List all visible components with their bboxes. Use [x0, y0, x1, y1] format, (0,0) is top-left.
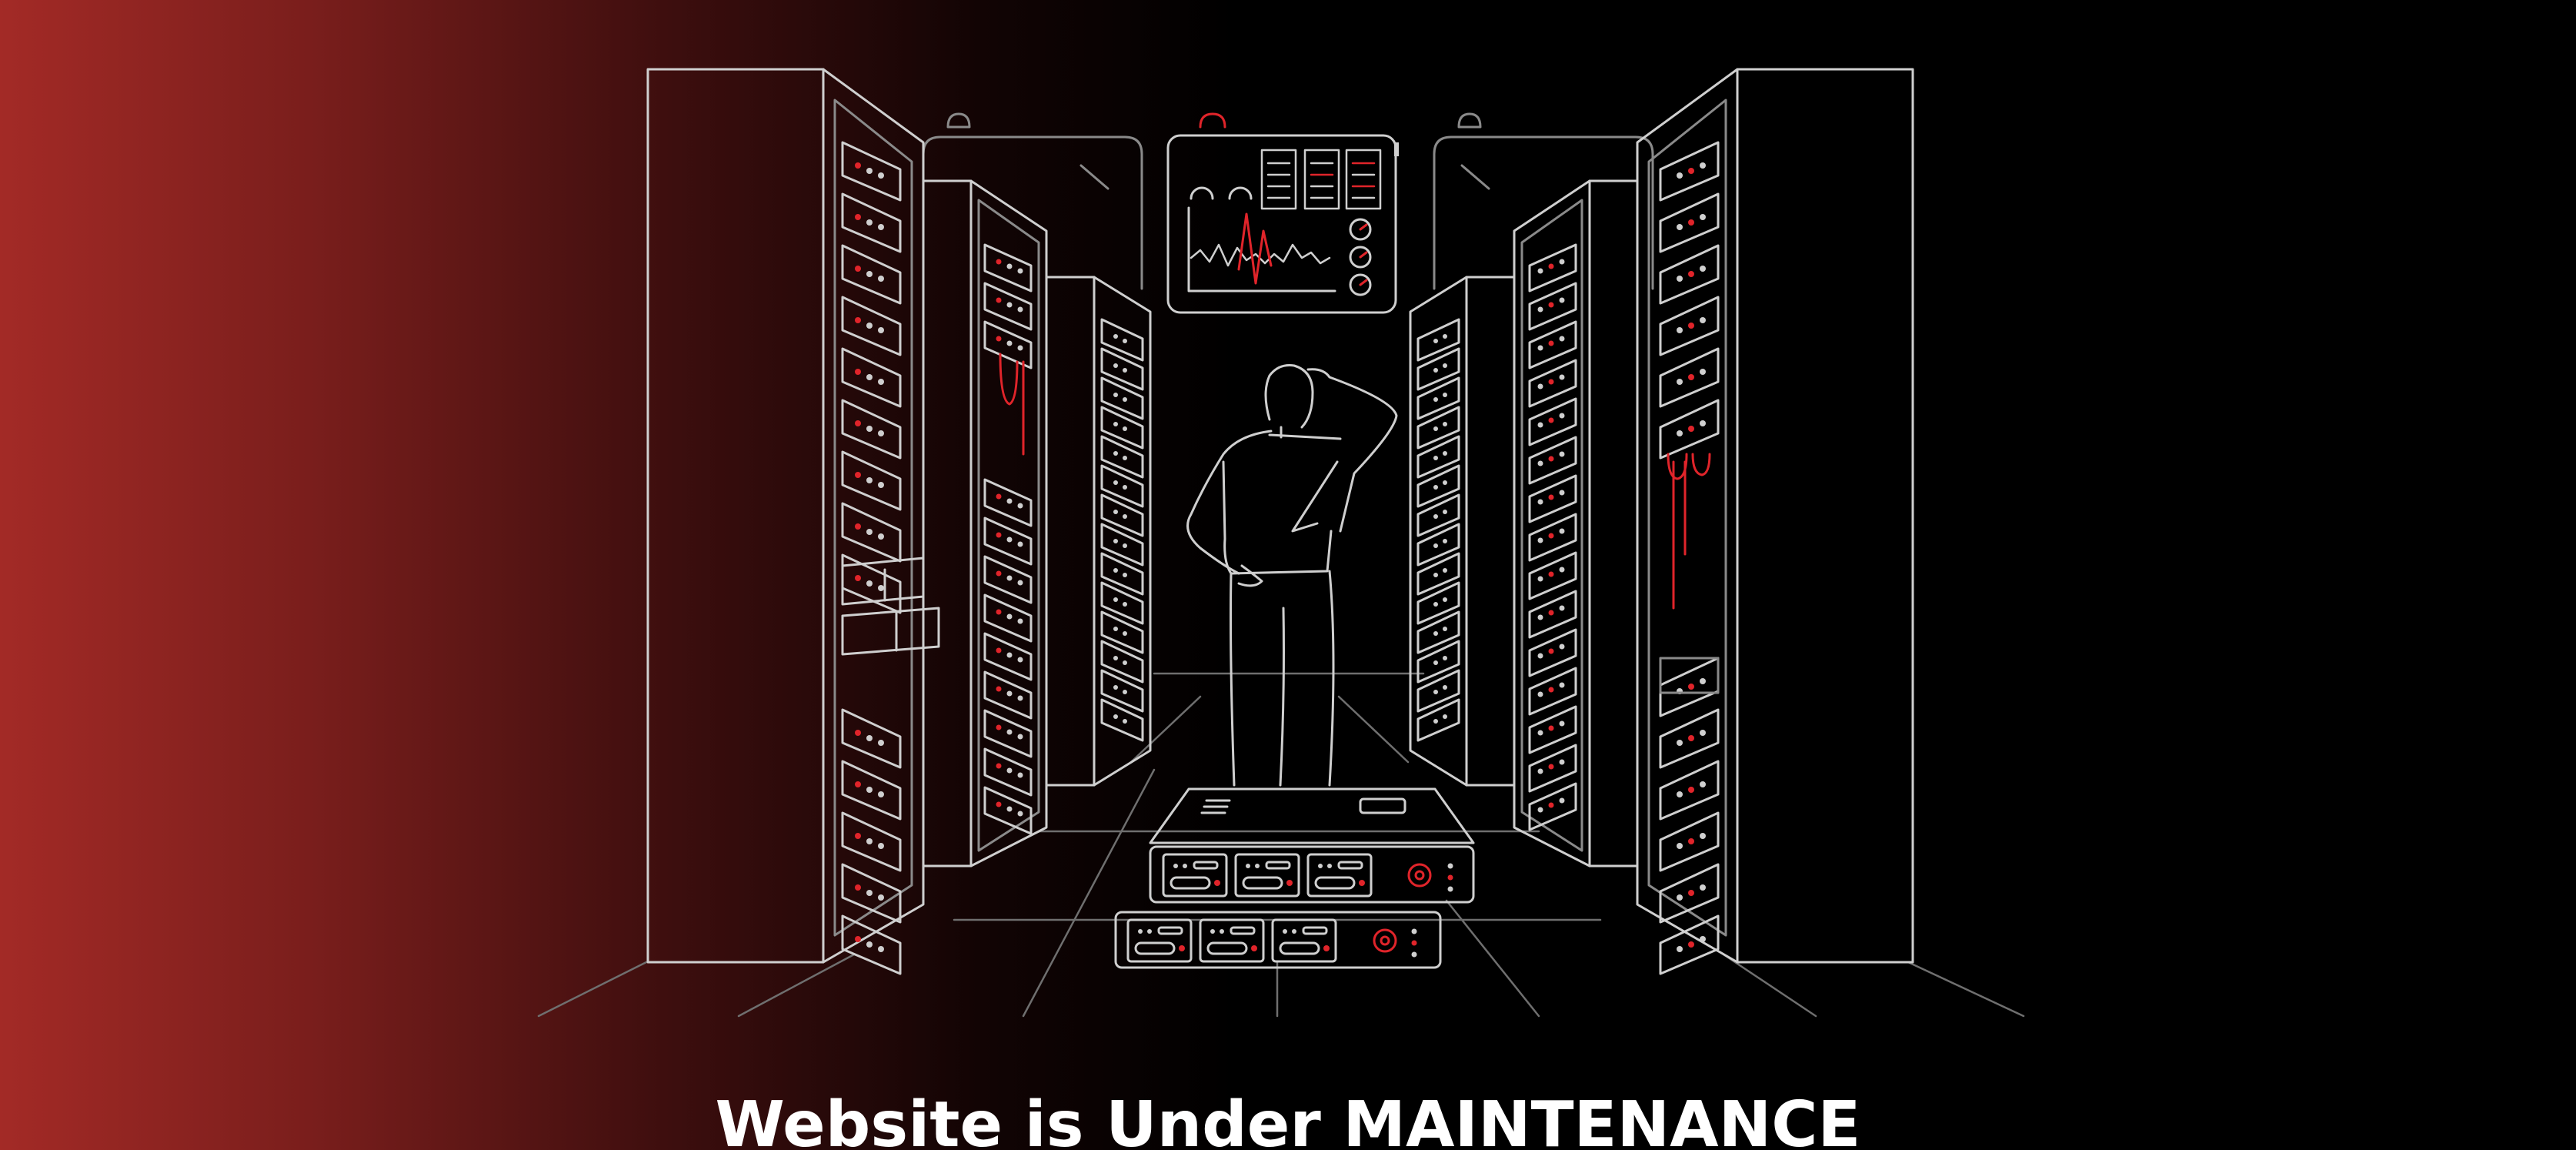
- far-left-rack: [646, 68, 940, 975]
- maintenance-headline: Website is Under MAINTENANCE: [715, 1088, 1861, 1150]
- back-rack-frames: [922, 112, 1654, 290]
- server-unit-top: [1149, 787, 1475, 904]
- third-right-rack: [1409, 276, 1516, 787]
- floor-lines: [537, 672, 2025, 1018]
- far-right-rack: [1636, 68, 1914, 975]
- maintenance-page: Website is Under MAINTENANCE: [0, 0, 2576, 1150]
- third-left-rack: [1045, 276, 1152, 787]
- second-left-rack: [922, 179, 1048, 868]
- second-right-rack: [1513, 179, 1639, 868]
- server-room-illustration: [537, 68, 2025, 1018]
- monitor-screen: [1166, 112, 1399, 314]
